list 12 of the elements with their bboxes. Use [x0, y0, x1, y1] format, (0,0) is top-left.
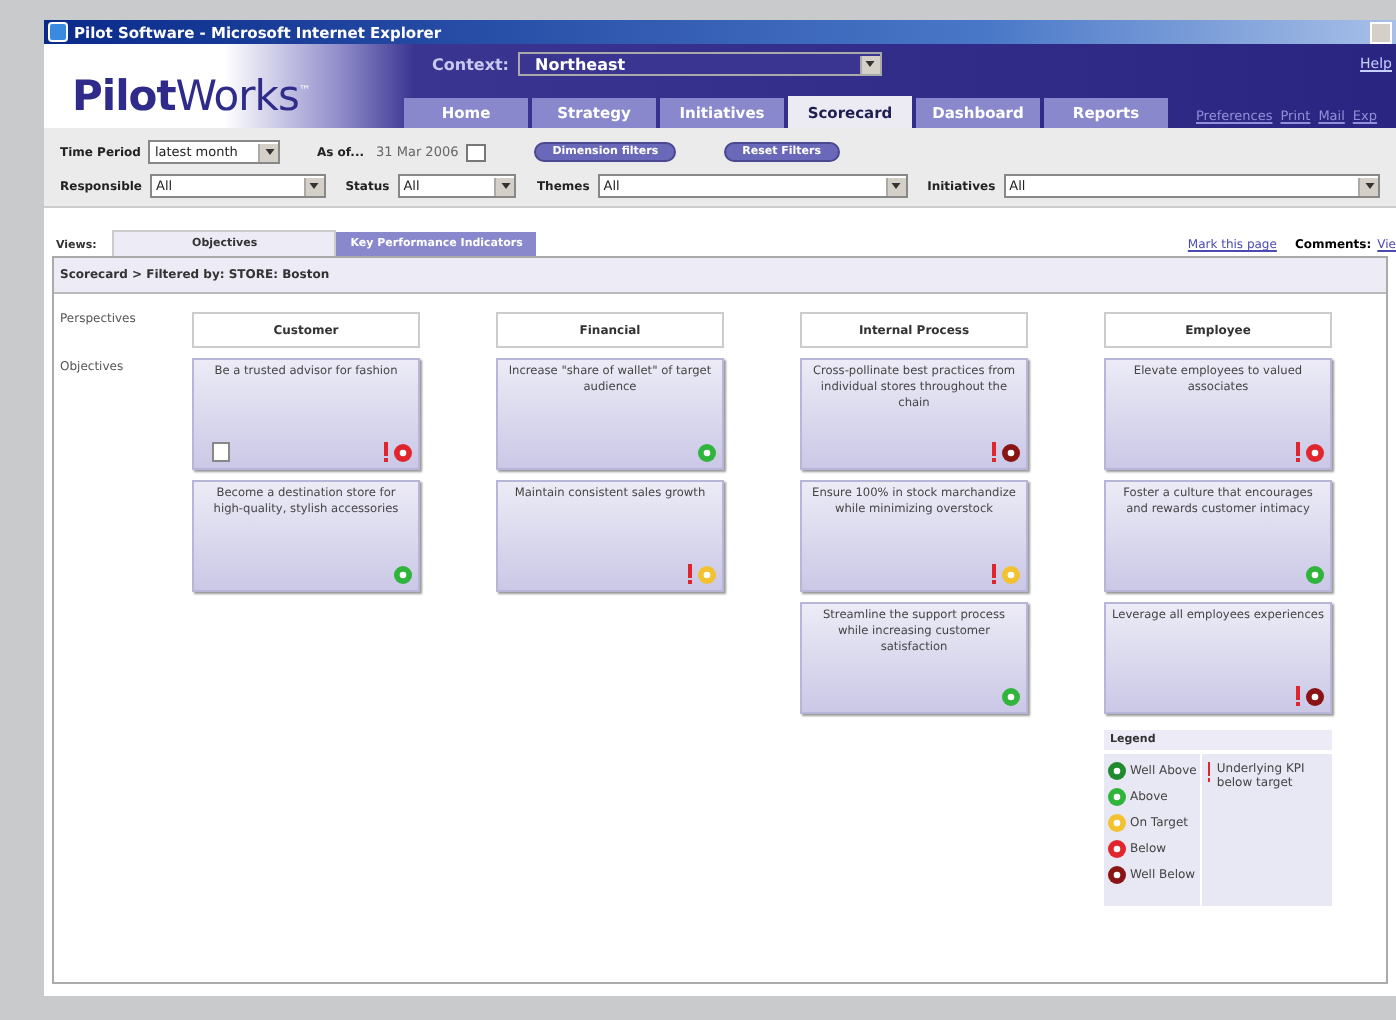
caret-icon[interactable]	[263, 146, 276, 158]
browser-icon	[48, 22, 68, 42]
logo: PilotWorks$^{™}$	[70, 70, 312, 124]
caret-icon[interactable]	[864, 58, 876, 70]
context-label: Context:	[432, 55, 509, 73]
caret-icon[interactable]	[308, 180, 321, 192]
caret-icon[interactable]	[1363, 180, 1376, 192]
note-icon[interactable]	[212, 442, 230, 462]
context-dropdown[interactable]: Northeast	[517, 52, 881, 76]
caret-icon[interactable]	[499, 180, 512, 192]
caret-icon[interactable]	[890, 180, 903, 192]
calendar-icon[interactable]	[466, 143, 487, 161]
